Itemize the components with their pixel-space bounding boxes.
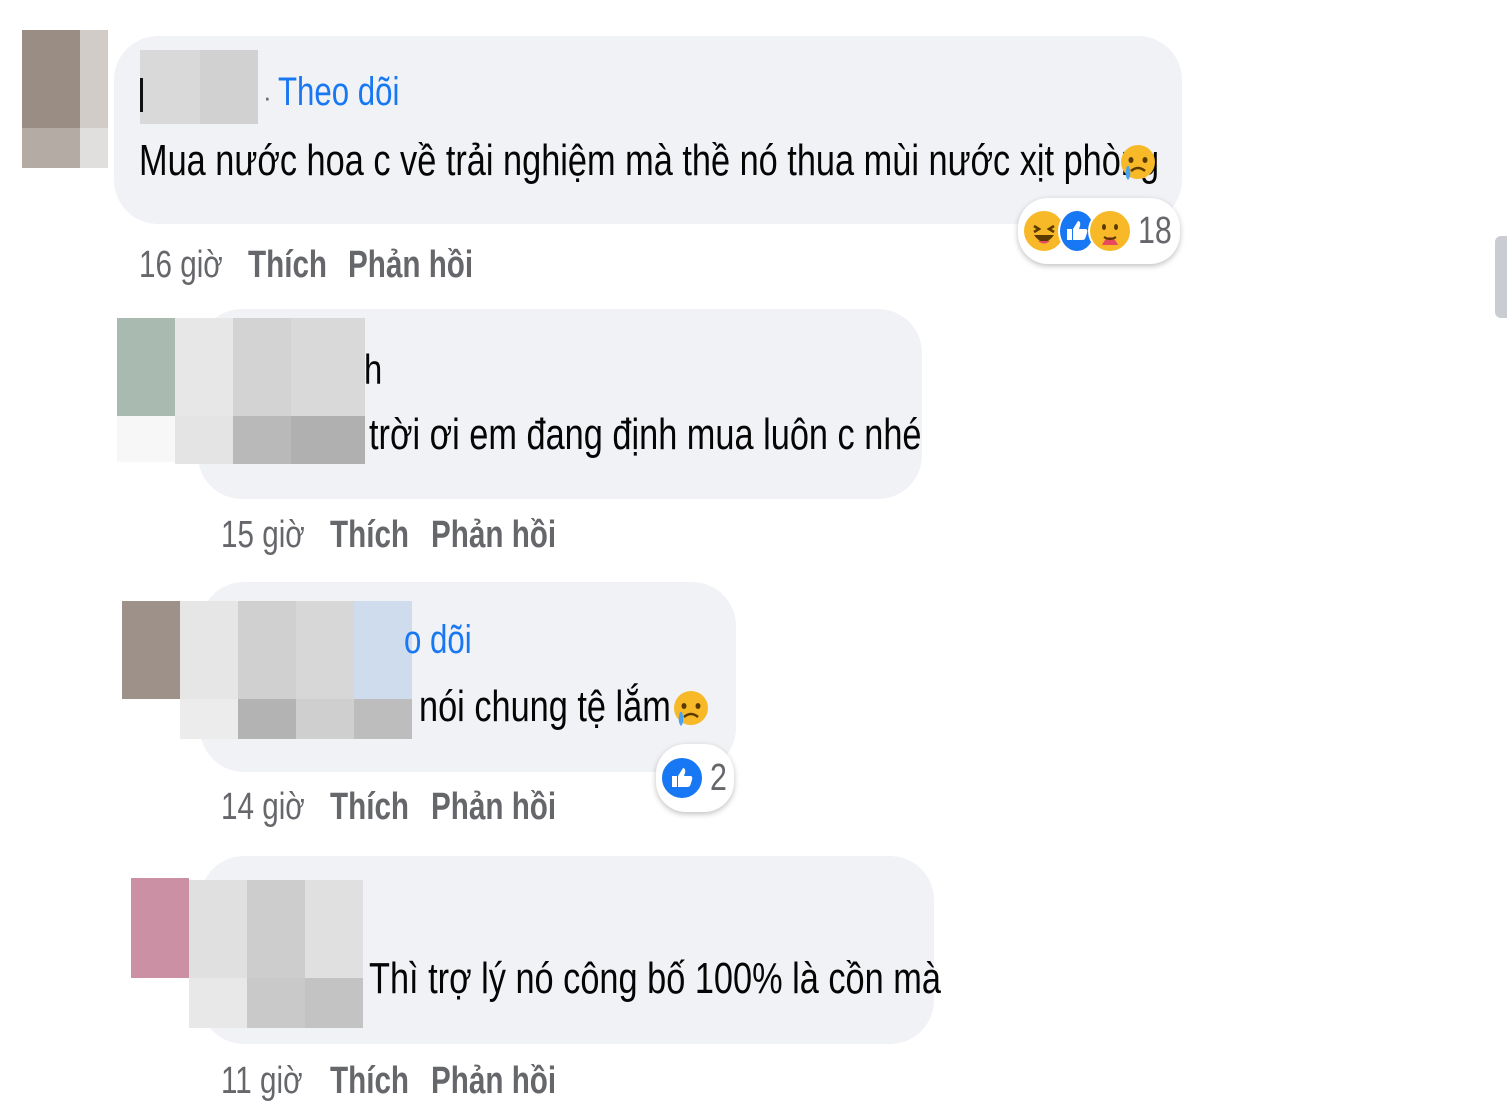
comment-time[interactable]: 14 giờ [221,786,305,829]
reaction-count: 18 [1137,209,1172,252]
author-name-fragment[interactable]: h [364,346,382,394]
reaction-summary[interactable]: 2 [656,744,734,812]
reply-button[interactable]: Phản hồi [348,244,473,287]
comment-text: nói chung tệ lắm [419,682,671,731]
like-icon [660,756,704,800]
avatar[interactable] [131,878,189,978]
reply-button[interactable]: Phản hồi [431,786,556,829]
name-blur-lower [175,416,365,464]
comment-time[interactable]: 16 giờ [139,244,223,287]
comment-text: Thì trợ lý nó công bố 100% là cồn mà [369,954,941,1003]
comment-text: trời ơi em đang định mua luôn c nhé [369,410,922,459]
follow-link[interactable]: Theo dõi [278,70,399,115]
like-button[interactable]: Thích [330,514,409,557]
avatar-blur-lower [117,416,175,462]
comment-bubble [114,36,1182,224]
sad-face-icon [674,691,708,726]
separator-dot: · [263,82,272,112]
like-button[interactable]: Thích [330,1060,409,1103]
follow-link[interactable]: o dõi [404,618,472,663]
author-name-redacted[interactable] [189,880,363,978]
comment-time[interactable]: 15 giờ [221,514,305,557]
comment-text: Mua nước hoa c về trải nghiệm mà thề nó … [139,136,1160,185]
author-name-redacted[interactable] [180,601,412,699]
name-fragment-bar [140,78,143,112]
name-blur-lower [189,978,363,1028]
care-icon [1087,209,1132,253]
name-blur-lower [180,699,412,739]
reply-button[interactable]: Phản hồi [431,1060,556,1103]
avatar[interactable] [117,318,175,416]
author-name-redacted[interactable] [140,50,258,124]
reaction-count: 2 [710,756,727,799]
scrollbar-thumb[interactable] [1495,236,1507,318]
avatar-blur-lower [22,128,108,168]
reply-button[interactable]: Phản hồi [431,514,556,557]
avatar[interactable] [122,601,180,699]
like-button[interactable]: Thích [248,244,327,287]
comment-time[interactable]: 11 giờ [221,1060,303,1103]
like-button[interactable]: Thích [330,786,409,829]
sad-face-icon [1121,145,1155,180]
reaction-summary[interactable]: 18 [1018,198,1180,264]
